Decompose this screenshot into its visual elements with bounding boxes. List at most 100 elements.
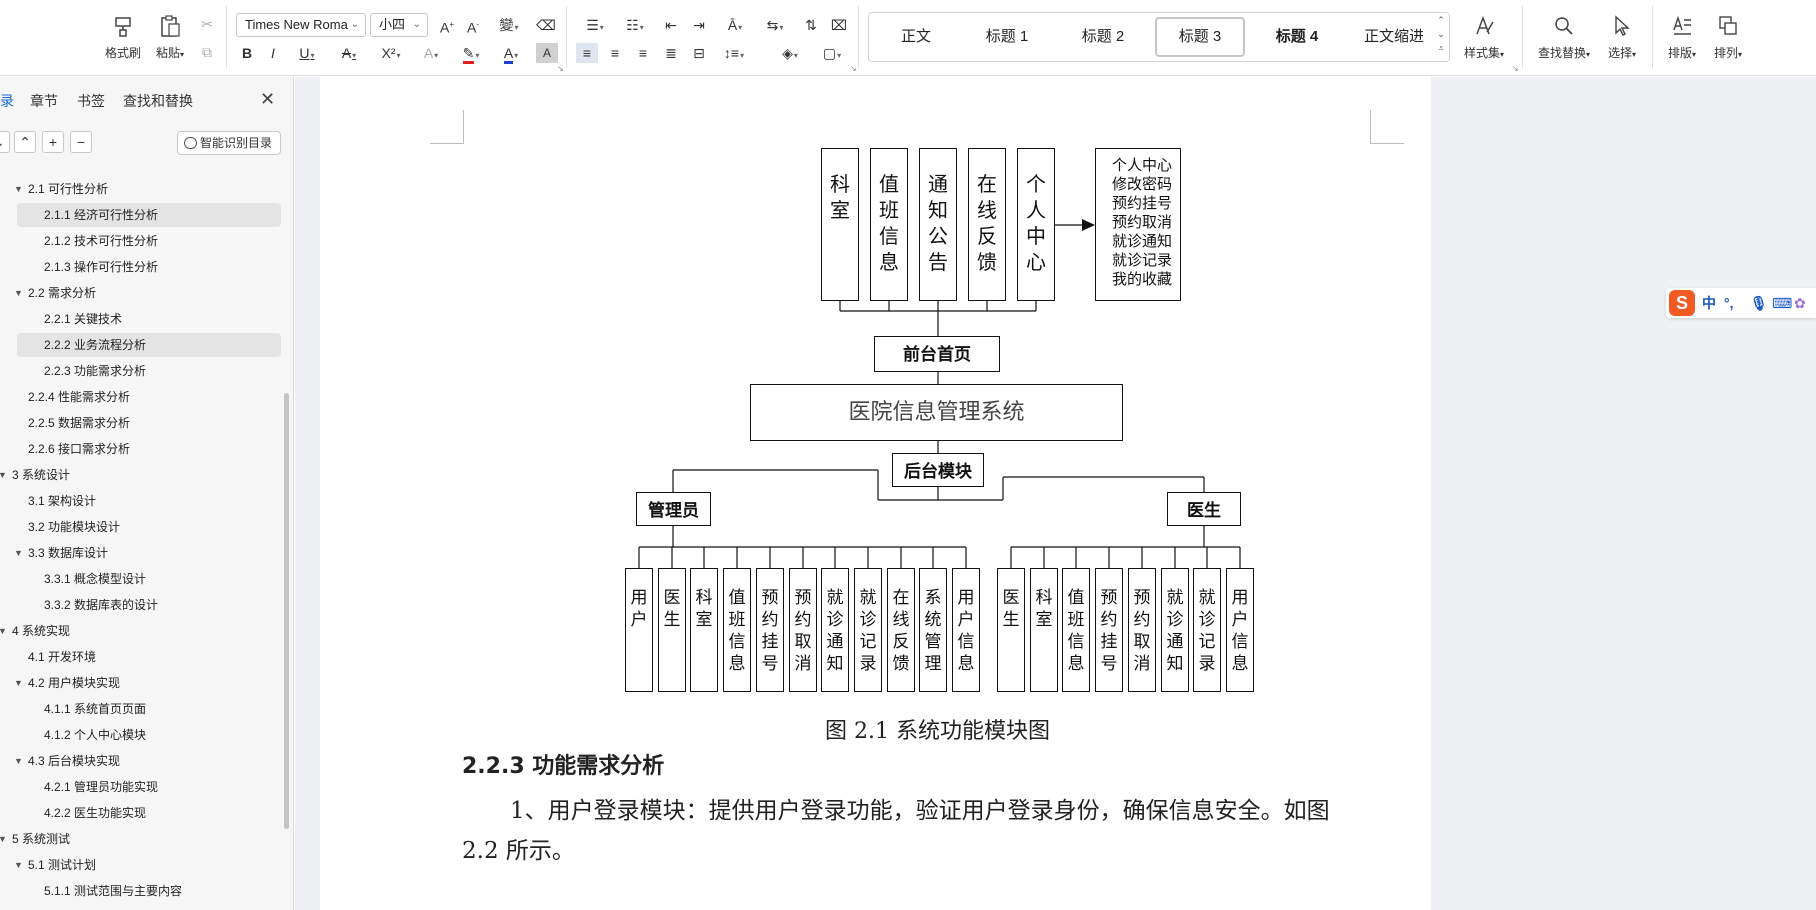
toc-item[interactable]: 2.2.4 性能需求分析 — [0, 385, 282, 409]
increase-indent-icon[interactable]: ⇥ — [688, 15, 710, 35]
toc-item[interactable]: ▼ 4.3 后台模块实现 — [0, 749, 282, 773]
underline-icon[interactable]: U▾ — [292, 43, 322, 63]
highlight-color-icon[interactable]: ✎▾ — [456, 43, 486, 64]
toc-item[interactable]: ▼ 5 系统测试 — [0, 827, 282, 851]
typeset-button[interactable]: 排版▾ — [1660, 10, 1704, 66]
char-shading-icon[interactable]: A — [536, 43, 558, 63]
expand-triangle-icon[interactable]: ▼ — [14, 853, 23, 877]
toc-item[interactable]: 3.3.1 概念模型设计 — [0, 567, 282, 591]
font-color-icon[interactable]: A▾ — [496, 43, 526, 64]
align-center-icon[interactable]: ≡ — [604, 43, 626, 63]
nav-scrollbar[interactable] — [284, 393, 289, 829]
copy-icon[interactable]: ⧉ — [196, 42, 218, 62]
gallery-down-icon[interactable]: ⌄ — [1435, 29, 1447, 43]
line-break-icon[interactable]: ⇆▾ — [760, 15, 790, 35]
toc-item[interactable]: ▼ 4.2 用户模块实现 — [0, 671, 282, 695]
toc-item[interactable]: 2.2.6 接口需求分析 — [0, 437, 282, 461]
toc-item[interactable]: ▼ 3.3 数据库设计 — [0, 541, 282, 565]
shading-icon[interactable]: ◈▾ — [774, 43, 806, 63]
microphone-icon[interactable]: 🎙 — [1750, 293, 1768, 313]
align-right-icon[interactable]: ≡ — [632, 43, 654, 63]
toc-item[interactable]: 3.2 功能模块设计 — [0, 515, 282, 539]
expand-triangle-icon[interactable]: ▼ — [14, 671, 23, 695]
toc-item[interactable]: 2.1.3 操作可行性分析 — [0, 255, 282, 279]
phonetic-guide-icon[interactable]: 變▾ — [494, 15, 524, 35]
tab-chapters[interactable]: 章节 — [30, 91, 58, 111]
style-heading-3[interactable]: 标题 3 — [1155, 17, 1245, 57]
style-body-indent[interactable]: 正文缩进 — [1349, 17, 1439, 57]
toc-item[interactable]: 4.1.2 个人中心模块 — [0, 723, 282, 747]
toc-item[interactable]: 4.1 开发环境 — [0, 645, 282, 669]
sort-icon[interactable]: ⇅ — [800, 15, 822, 35]
bullet-list-icon[interactable]: ☰▾ — [580, 15, 610, 35]
close-icon[interactable]: ✕ — [260, 89, 275, 110]
collapse-icon[interactable]: ⌄ — [0, 131, 10, 153]
toc-item[interactable]: ▼ 5.1 测试计划 — [0, 853, 282, 877]
distribute-icon[interactable]: ⊟ — [688, 43, 710, 63]
toc-item[interactable]: 2.2.2 业务流程分析 — [17, 333, 281, 357]
skin-icon[interactable]: ✿ — [1794, 293, 1806, 313]
expand-triangle-icon[interactable]: ▼ — [14, 541, 23, 565]
toc-item[interactable]: 3.1 架构设计 — [0, 489, 282, 513]
smart-toc-button[interactable]: 智能识别目录 — [177, 131, 281, 155]
tab-find-replace[interactable]: 查找和替换 — [123, 91, 193, 111]
toc-item[interactable]: 2.1.1 经济可行性分析 — [17, 203, 281, 227]
shrink-font-icon[interactable]: A- — [462, 15, 484, 36]
cut-icon[interactable]: ✂ — [196, 14, 218, 34]
promote-icon[interactable]: ⌃ — [14, 131, 36, 153]
expand-triangle-icon[interactable]: ▼ — [14, 749, 23, 773]
sogou-logo-icon[interactable]: S — [1669, 290, 1695, 316]
toc-item[interactable]: 2.2.1 关键技术 — [0, 307, 282, 331]
arrange-button[interactable]: 排列▾ — [1706, 10, 1750, 66]
select-button[interactable]: 选择▾ — [1600, 10, 1644, 66]
expand-triangle-icon[interactable]: ▼ — [0, 463, 7, 487]
toc-item[interactable]: 3.3.2 数据库表的设计 — [0, 593, 282, 617]
expand-triangle-icon[interactable]: ▼ — [14, 281, 23, 305]
tab-toc[interactable]: 录 — [0, 91, 14, 111]
style-dialog-launcher-icon[interactable]: ↘ — [1512, 64, 1519, 73]
style-set-button[interactable]: 样式集▾ — [1456, 10, 1512, 66]
italic-icon[interactable]: I — [262, 43, 284, 63]
ime-mode[interactable]: 中 — [1702, 293, 1716, 313]
toc-item[interactable]: 2.2.3 功能需求分析 — [0, 359, 282, 383]
format-painter-button[interactable]: 格式刷 — [98, 10, 148, 66]
style-normal[interactable]: 正文 — [877, 17, 955, 57]
gallery-more-icon[interactable]: ⩡ — [1435, 43, 1447, 57]
expand-triangle-icon[interactable]: ▼ — [14, 177, 23, 201]
numbered-list-icon[interactable]: ☷▾ — [620, 15, 650, 35]
toc-item[interactable]: ▼ 4 系统实现 — [0, 619, 282, 643]
text-effect-icon[interactable]: A▾ — [416, 43, 446, 63]
expand-triangle-icon[interactable]: ▼ — [0, 619, 7, 643]
toc-item[interactable]: ▼ 3 系统设计 — [0, 463, 282, 487]
remove-icon[interactable]: − — [70, 131, 92, 153]
style-heading-1[interactable]: 标题 1 — [963, 17, 1051, 57]
strikethrough-icon[interactable]: A▾ — [334, 43, 364, 63]
tab-bookmarks[interactable]: 书签 — [77, 91, 105, 111]
gallery-up-icon[interactable]: ⌃ — [1435, 15, 1447, 29]
toc-item[interactable]: 2.2.5 数据需求分析 — [0, 411, 282, 435]
clear-format-icon[interactable]: ⌫ — [535, 15, 557, 35]
toc-item[interactable]: 4.2.1 管理员功能实现 — [0, 775, 282, 799]
font-name-select[interactable]: Times New Roma ⌄ — [236, 13, 366, 37]
style-heading-2[interactable]: 标题 2 — [1059, 17, 1147, 57]
ime-punct[interactable]: °, — [1724, 293, 1734, 313]
toc-item[interactable]: 4.1.1 系统首页页面 — [0, 697, 282, 721]
borders-icon[interactable]: ▢▾ — [816, 43, 848, 63]
text-direction-icon[interactable]: Ā▾ — [720, 15, 750, 35]
justify-icon[interactable]: ≣ — [660, 43, 682, 63]
add-icon[interactable]: + — [42, 131, 64, 153]
font-dialog-launcher-icon[interactable]: ↘ — [557, 64, 564, 73]
toc-item[interactable]: 4.2.2 医生功能实现 — [0, 801, 282, 825]
find-replace-button[interactable]: 查找替换▾ — [1532, 10, 1596, 66]
superscript-icon[interactable]: X²▾ — [376, 43, 406, 63]
line-spacing-icon[interactable]: ↕≡▾ — [718, 43, 750, 63]
toc-item[interactable]: 5.1.1 测试范围与主要内容 — [0, 879, 282, 903]
style-heading-4[interactable]: 标题 4 — [1253, 17, 1341, 57]
toc-item[interactable]: ▼ 2.1 可行性分析 — [0, 177, 282, 201]
keyboard-icon[interactable]: ⌨ — [1772, 293, 1792, 313]
font-size-select[interactable]: 小四 ⌄ — [370, 13, 428, 37]
show-marks-icon[interactable]: ⌧ — [828, 15, 850, 35]
toc-item[interactable]: ▼ 2.2 需求分析 — [0, 281, 282, 305]
bold-icon[interactable]: B — [236, 43, 258, 63]
align-left-icon[interactable]: ≡ — [576, 43, 598, 63]
